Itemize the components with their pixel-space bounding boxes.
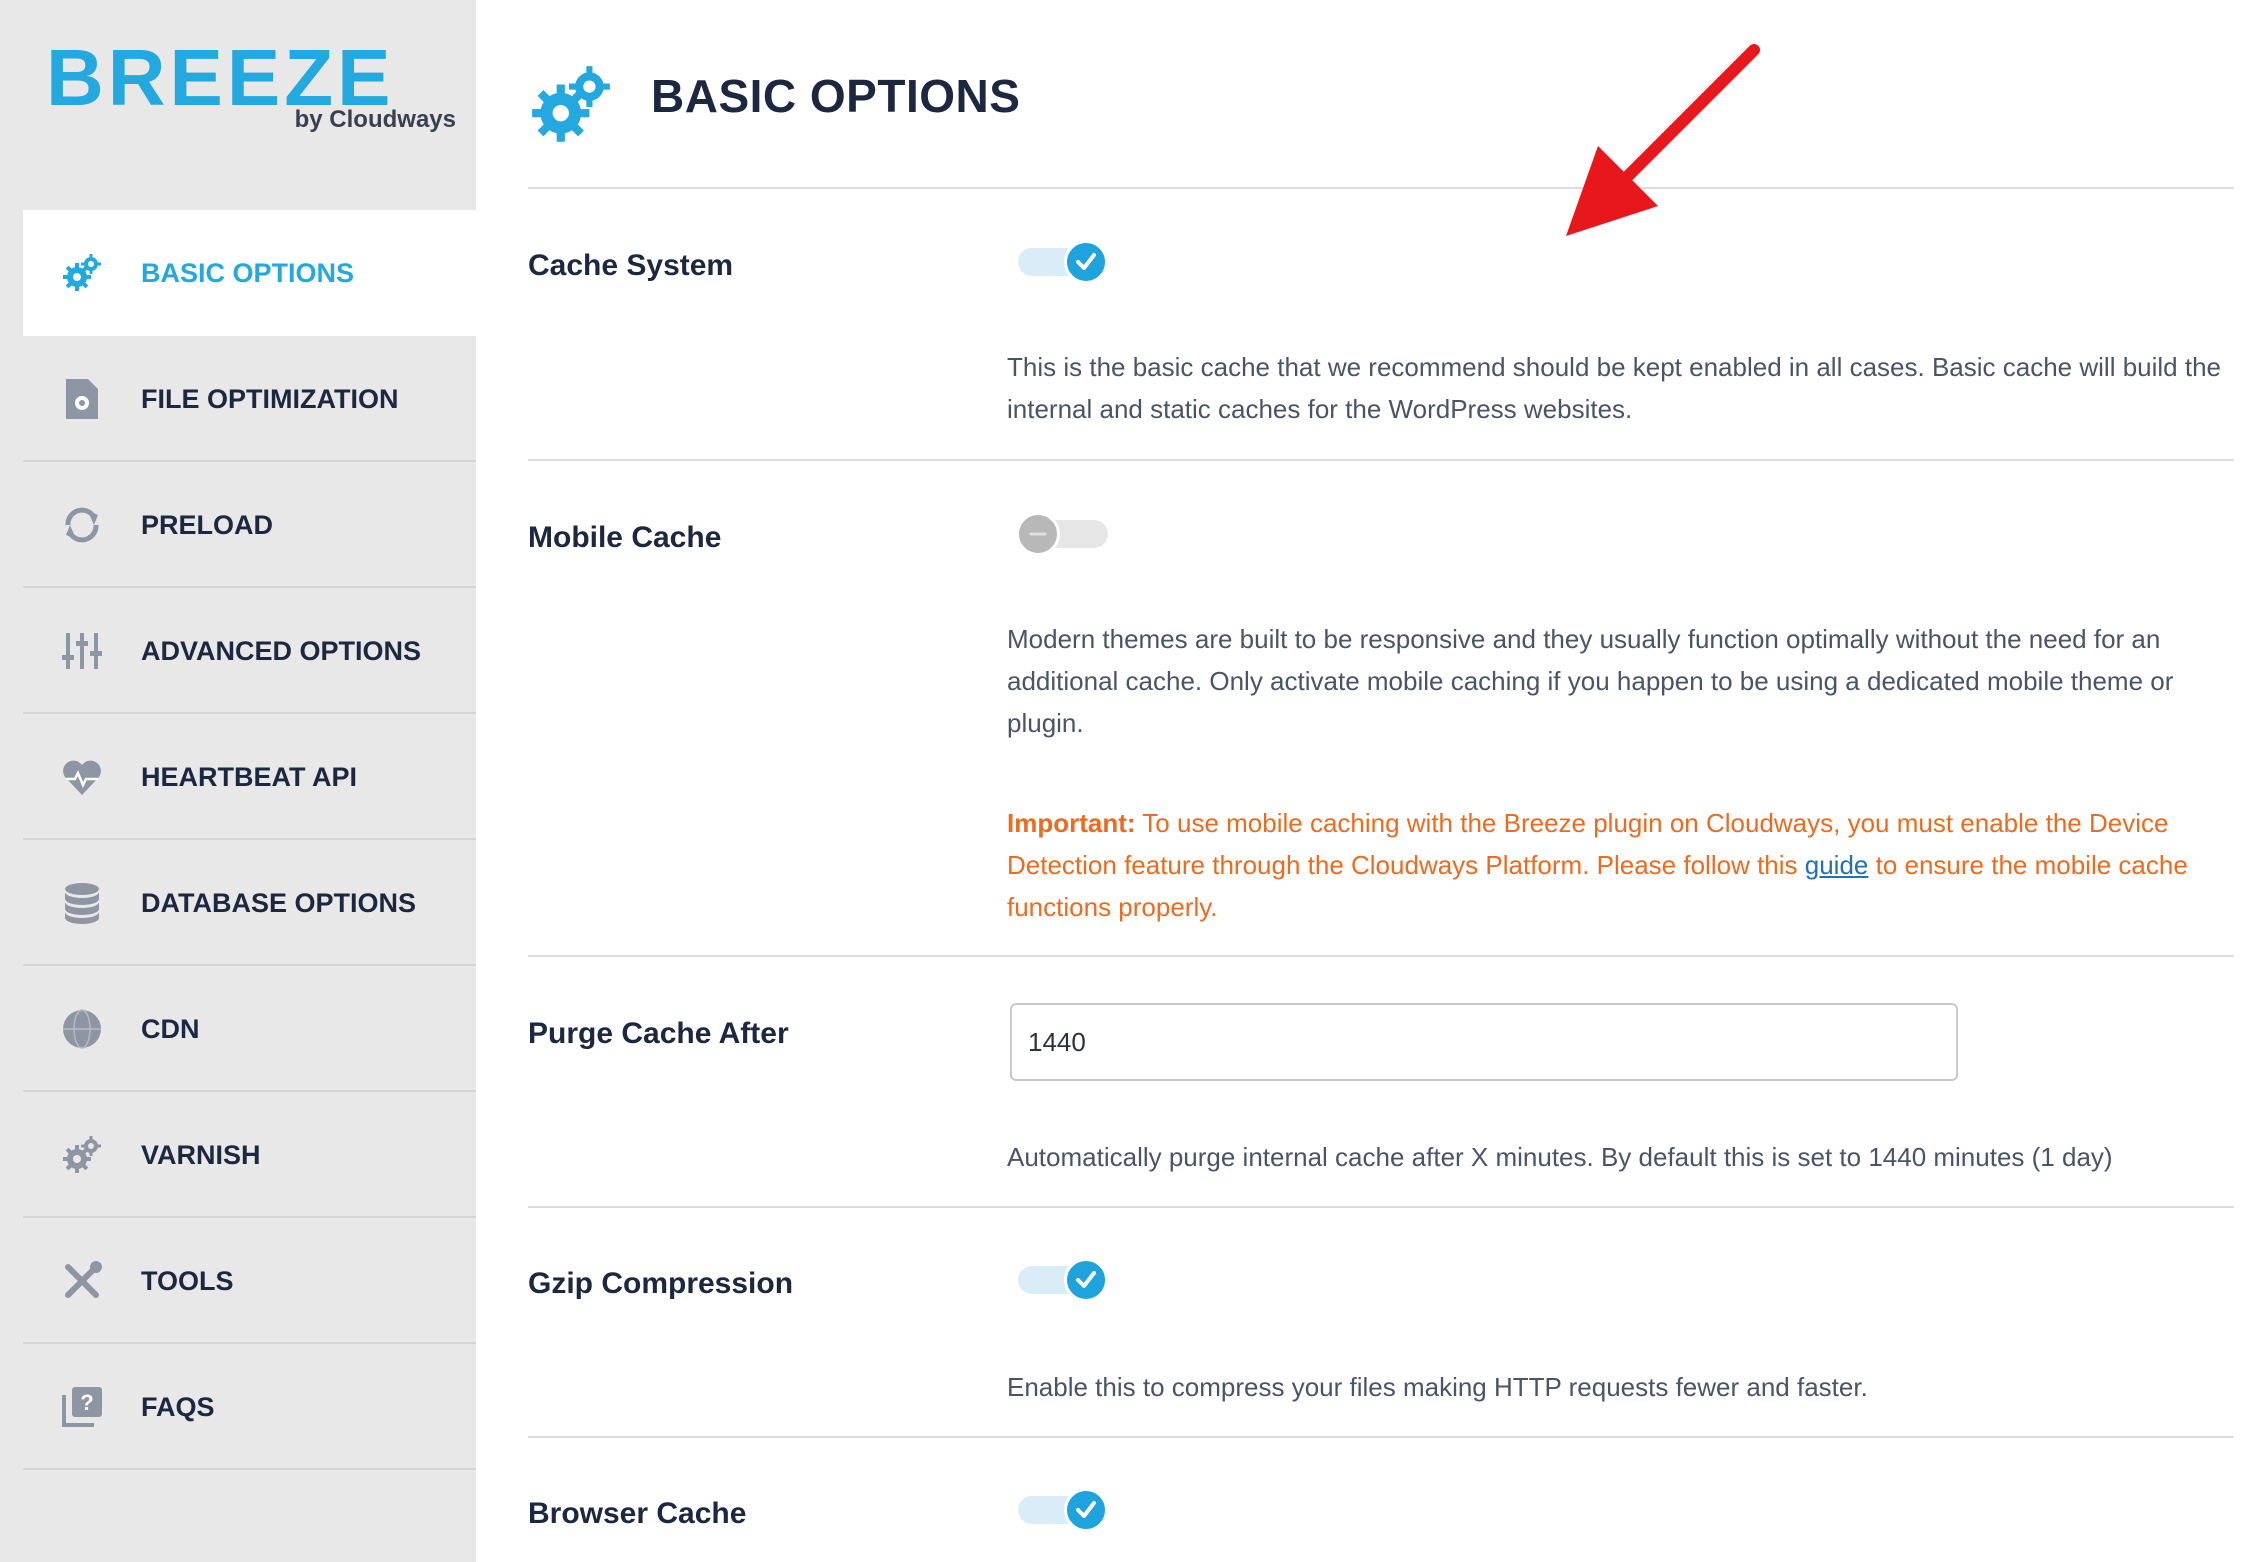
divider	[528, 955, 2234, 957]
sidebar-item-label: BASIC OPTIONS	[141, 258, 355, 288]
sidebar-item-basic-options[interactable]: BASIC OPTIONS	[23, 210, 476, 336]
cache-system-description: This is the basic cache that we recommen…	[1007, 352, 2221, 424]
sidebar-item-heartbeat-api[interactable]: HEARTBEAT API	[23, 714, 476, 840]
heartbeat-icon	[60, 755, 104, 799]
sidebar-item-advanced-options[interactable]: ADVANCED OPTIONS	[23, 588, 476, 714]
cache-system-label: Cache System	[528, 249, 734, 282]
gzip-compression-label: Gzip Compression	[528, 1267, 794, 1300]
sidebar-item-tools[interactable]: TOOLS	[23, 1218, 476, 1344]
sidebar-item-faqs[interactable]: ? FAQS	[23, 1344, 476, 1470]
mobile-cache-important-note: Important: To use mobile caching with th…	[1007, 802, 2237, 928]
sidebar-item-label: FAQS	[141, 1392, 215, 1422]
sidebar-item-label: PRELOAD	[141, 510, 274, 540]
checkmark-icon	[1064, 1258, 1108, 1302]
sidebar-nav: BASIC OPTIONS FILE OPTIMIZATION PRELOAD …	[23, 210, 476, 1470]
purge-cache-after-input[interactable]	[1010, 1003, 1958, 1081]
purge-cache-after-description: Automatically purge internal cache after…	[1007, 1142, 2113, 1172]
minus-icon	[1016, 512, 1060, 556]
logo-subtitle: by Cloudways	[294, 106, 456, 133]
browser-cache-label: Browser Cache	[528, 1497, 747, 1530]
sliders-icon	[60, 629, 104, 673]
checkmark-icon	[1064, 1488, 1108, 1532]
sidebar-item-label: VARNISH	[141, 1140, 261, 1170]
globe-icon	[60, 1007, 104, 1051]
tools-icon	[60, 1259, 104, 1303]
main-panel: BASIC OPTIONS Cache System This is the b…	[476, 0, 2266, 1562]
sidebar-item-label: FILE OPTIMIZATION	[141, 384, 399, 414]
checkmark-icon	[1064, 240, 1108, 284]
sidebar: BREEZE by Cloudways BASIC OPTIONS FILE O…	[0, 0, 476, 1562]
sidebar-item-label: DATABASE OPTIONS	[141, 888, 417, 918]
page-title: BASIC OPTIONS	[651, 70, 1021, 122]
svg-text:?: ?	[80, 1390, 93, 1415]
sidebar-item-cdn[interactable]: CDN	[23, 966, 476, 1092]
database-icon	[60, 881, 104, 925]
sidebar-item-file-optimization[interactable]: FILE OPTIMIZATION	[23, 336, 476, 462]
gears-icon	[60, 251, 104, 295]
sidebar-item-varnish[interactable]: VARNISH	[23, 1092, 476, 1218]
browser-cache-toggle[interactable]	[1016, 1484, 1112, 1536]
file-gear-icon	[60, 377, 104, 421]
red-arrow-annotation	[1566, 44, 1760, 236]
divider	[528, 1206, 2234, 1208]
gears-icon	[526, 60, 616, 150]
mobile-cache-description: Modern themes are built to be responsive…	[1007, 624, 2174, 738]
mobile-cache-label: Mobile Cache	[528, 521, 722, 554]
sidebar-item-label: HEARTBEAT API	[141, 762, 357, 792]
guide-link[interactable]: guide	[1805, 850, 1869, 880]
divider	[528, 1436, 2234, 1438]
purge-cache-after-label: Purge Cache After	[528, 1017, 789, 1050]
breeze-logo: BREEZE by Cloudways	[46, 38, 456, 138]
divider	[528, 459, 2234, 461]
gzip-compression-toggle[interactable]	[1016, 1254, 1112, 1306]
faq-icon: ?	[60, 1385, 104, 1429]
sidebar-item-label: ADVANCED OPTIONS	[141, 636, 422, 666]
sidebar-item-label: TOOLS	[141, 1266, 234, 1296]
mobile-cache-toggle[interactable]	[1016, 508, 1112, 560]
important-label: Important:	[1007, 808, 1136, 838]
sidebar-item-preload[interactable]: PRELOAD	[23, 462, 476, 588]
sidebar-item-label: CDN	[141, 1014, 200, 1044]
refresh-icon	[60, 503, 104, 547]
sidebar-item-database-options[interactable]: DATABASE OPTIONS	[23, 840, 476, 966]
divider	[528, 187, 2234, 189]
gzip-compression-description: Enable this to compress your files makin…	[1007, 1372, 1868, 1402]
gears-icon	[60, 1133, 104, 1177]
cache-system-toggle[interactable]	[1016, 236, 1112, 288]
